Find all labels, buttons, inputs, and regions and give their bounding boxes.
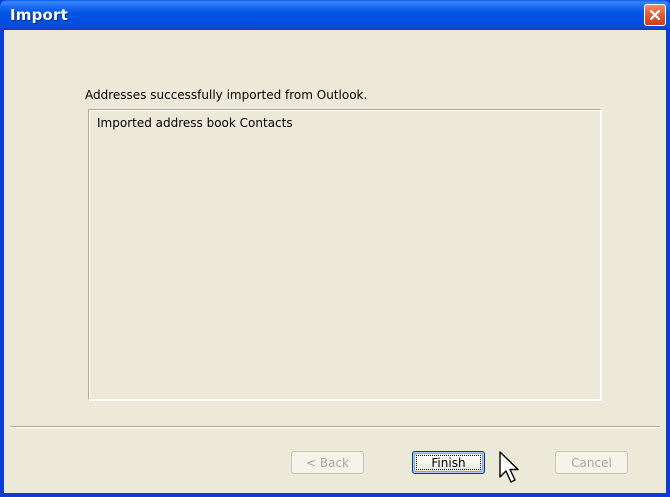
list-item: Imported address book Contacts <box>97 116 293 130</box>
dialog-body: Addresses successfully imported from Out… <box>4 30 666 493</box>
mouse-pointer-icon <box>499 451 519 483</box>
title-bar[interactable]: Import <box>0 0 670 30</box>
button-separator <box>10 426 660 428</box>
window-title: Import <box>10 6 69 24</box>
finish-button[interactable]: Finish <box>412 451 485 474</box>
close-icon <box>649 9 661 21</box>
status-message: Addresses successfully imported from Out… <box>85 88 368 102</box>
close-button[interactable] <box>644 4 666 26</box>
cancel-button[interactable]: Cancel <box>555 451 628 474</box>
back-button[interactable]: < Back <box>291 451 364 474</box>
import-log-list[interactable]: Imported address book Contacts <box>88 109 601 400</box>
import-dialog: Import Addresses successfully imported f… <box>0 0 670 497</box>
